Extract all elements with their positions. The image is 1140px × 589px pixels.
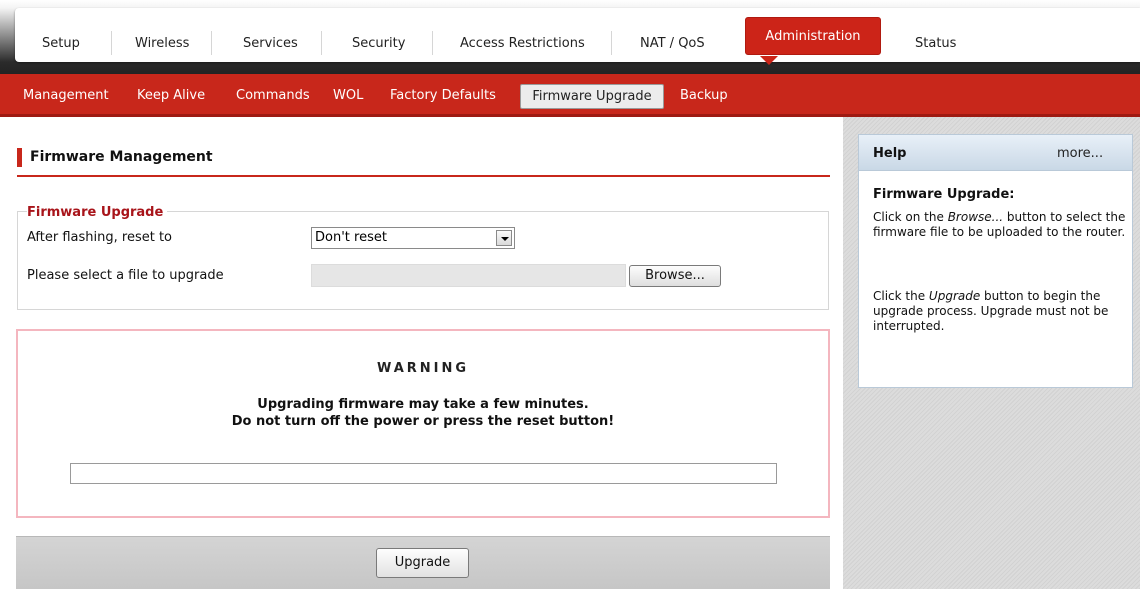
tab-administration[interactable]: Administration [745,17,881,55]
tab-separator [111,31,112,55]
help-box: Help more... Firmware Upgrade: Click on … [858,134,1133,388]
tab-access-restrictions[interactable]: Access Restrictions [460,36,585,51]
upgrade-button[interactable]: Upgrade [376,548,469,578]
help-paragraph-upgrade: Click the Upgrade button to begin the up… [873,289,1128,334]
warning-title: WARNING [376,361,470,376]
help-subtitle: Firmware Upgrade: [873,187,1015,202]
fieldset-legend: Firmware Upgrade [27,205,168,220]
reset-select[interactable]: Don't reset [311,227,515,249]
subnav-management[interactable]: Management [23,88,109,103]
subnav-factory-defaults[interactable]: Factory Defaults [390,88,496,103]
tab-services[interactable]: Services [243,36,298,51]
help-paragraph-browse: Click on the Browse... button to select … [873,210,1128,240]
help-more-link[interactable]: more... [1057,146,1103,161]
top-nav: Setup Wireless Services Security Access … [15,8,1140,62]
sub-nav: Management Keep Alive Commands WOL Facto… [0,74,1140,117]
subnav-keep-alive[interactable]: Keep Alive [137,88,205,103]
help-emphasis: Upgrade [928,289,981,303]
firmware-upgrade-fieldset [17,211,829,310]
active-tab-pointer [760,56,778,65]
file-path-input[interactable] [311,264,626,287]
help-text: Click on the [873,210,948,224]
help-header: Help more... [859,135,1132,171]
section-divider [17,175,830,177]
upgrade-progress-bar [70,463,777,484]
reset-select-value: Don't reset [315,230,387,245]
tab-setup[interactable]: Setup [42,36,80,51]
tab-separator [611,31,612,55]
tab-separator [211,31,212,55]
subnav-wol[interactable]: WOL [333,88,363,103]
help-title: Help [873,146,907,161]
tab-status[interactable]: Status [915,36,956,51]
tab-wireless[interactable]: Wireless [135,36,189,51]
tab-separator [321,31,322,55]
browse-button[interactable]: Browse... [629,265,721,287]
help-emphasis: Browse... [947,210,1004,224]
subnav-backup[interactable]: Backup [680,88,728,103]
warning-text-line1: Upgrading firmware may take a few minute… [257,397,589,412]
tab-nat-qos[interactable]: NAT / QoS [640,36,705,51]
tab-security[interactable]: Security [352,36,405,51]
file-label: Please select a file to upgrade [27,268,224,283]
section-marker [17,148,22,167]
tab-separator [432,31,433,55]
reset-label: After flashing, reset to [27,230,172,245]
chevron-down-icon[interactable] [496,230,512,246]
warning-text-line2: Do not turn off the power or press the r… [231,414,615,429]
subnav-firmware-upgrade[interactable]: Firmware Upgrade [520,84,664,109]
help-text: Click the [873,289,929,303]
page-title: Firmware Management [30,149,213,165]
subnav-commands[interactable]: Commands [236,88,310,103]
